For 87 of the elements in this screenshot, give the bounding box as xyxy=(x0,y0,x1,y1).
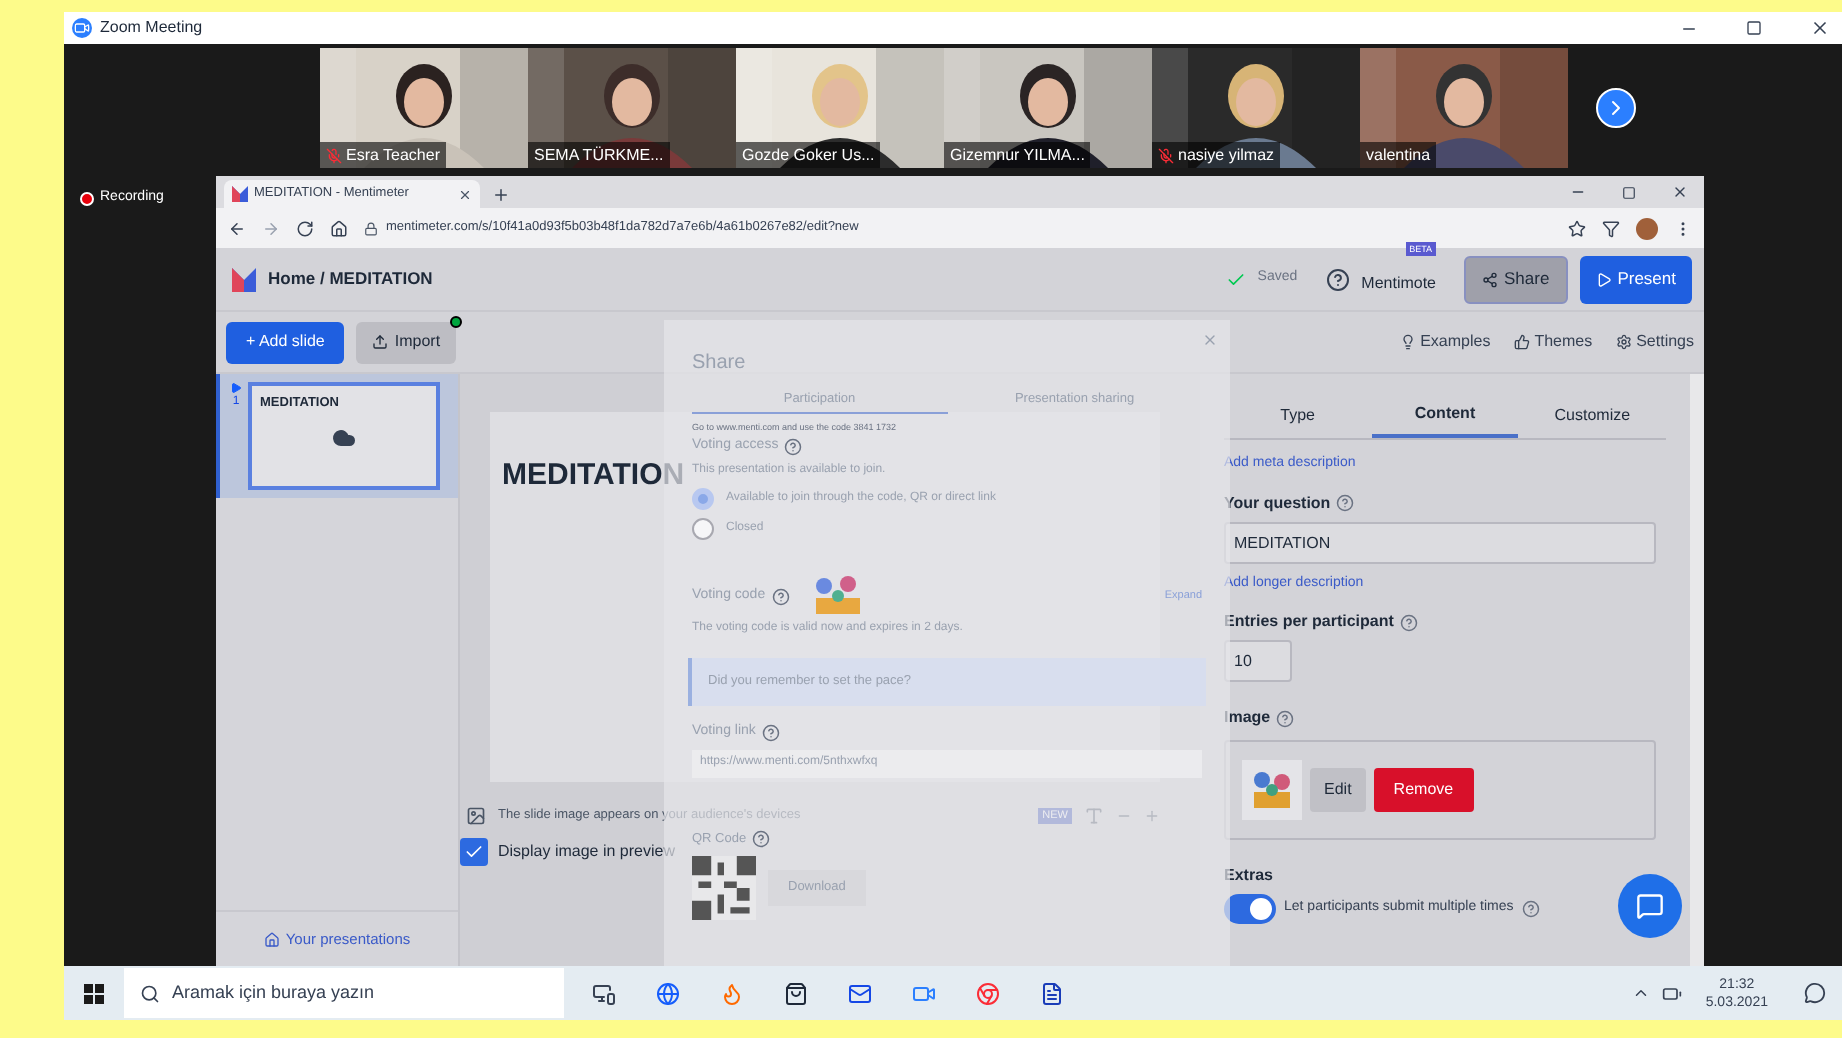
field-label: Entries per participant xyxy=(1224,610,1394,634)
close-icon[interactable] xyxy=(1672,184,1688,200)
cloud-icon xyxy=(332,425,356,450)
qr-code-icon xyxy=(692,855,756,919)
panel-tab[interactable]: Customize xyxy=(1518,394,1667,438)
window-title: Zoom Meeting xyxy=(100,16,203,40)
search-icon xyxy=(140,983,160,1003)
document-icon[interactable] xyxy=(1040,981,1064,1005)
chrome-icon[interactable] xyxy=(976,981,1000,1005)
breadcrumb[interactable]: Home / MEDITATION xyxy=(268,266,433,292)
scrollbar[interactable] xyxy=(1690,374,1704,966)
toolbar-link[interactable]: Settings xyxy=(1616,330,1694,354)
help-icon[interactable] xyxy=(1276,709,1295,727)
help-icon[interactable] xyxy=(784,437,803,455)
field-label: Image xyxy=(1224,706,1271,730)
check-icon xyxy=(1225,269,1246,289)
toolbar-link[interactable]: Examples xyxy=(1400,330,1491,354)
reload-icon[interactable] xyxy=(296,219,314,237)
back-icon[interactable] xyxy=(228,219,246,237)
chat-button[interactable] xyxy=(1618,874,1682,938)
upload-icon xyxy=(372,334,389,350)
help-icon[interactable] xyxy=(752,830,771,849)
bookmark-star-icon[interactable] xyxy=(1568,219,1586,237)
chat-icon xyxy=(1636,892,1664,920)
close-icon[interactable] xyxy=(1810,18,1830,38)
mentimote-link[interactable]: Mentimote xyxy=(1361,273,1437,291)
home-icon[interactable] xyxy=(330,219,348,237)
new-tab-icon[interactable] xyxy=(492,186,510,204)
extras-label: Extras xyxy=(1224,864,1275,888)
play-icon xyxy=(230,382,242,394)
participant-name: nasiye yilmaz xyxy=(1178,147,1275,163)
participant-name: valentina xyxy=(1366,147,1431,163)
taskbar-search-field[interactable]: Aramak için buraya yazın xyxy=(124,968,564,1018)
shopping-bag-icon[interactable] xyxy=(784,981,808,1005)
mentimeter-logo-icon xyxy=(232,186,248,202)
home-icon xyxy=(263,931,280,947)
radio-button[interactable] xyxy=(692,488,714,511)
help-icon[interactable] xyxy=(1325,267,1350,291)
mentimeter-logo-icon xyxy=(232,267,256,291)
windows-start-icon[interactable] xyxy=(84,983,104,1003)
help-icon[interactable] xyxy=(761,724,780,742)
add-slide-button[interactable]: + Add slide xyxy=(226,321,345,363)
slide-heading: MEDITATION xyxy=(502,458,685,492)
settings-icon xyxy=(1616,334,1633,350)
lock-icon xyxy=(364,221,378,235)
mail-icon[interactable] xyxy=(848,981,872,1005)
participant-name: Esra Teacher xyxy=(346,147,440,163)
check-icon xyxy=(464,842,484,862)
thumbs-up-icon xyxy=(1514,334,1531,350)
globe-icon[interactable] xyxy=(656,981,680,1005)
caret-icon[interactable] xyxy=(1631,984,1650,1002)
dialog-title: Share xyxy=(692,350,748,378)
import-button[interactable]: Import xyxy=(356,321,457,363)
panel-tab[interactable]: Content xyxy=(1371,394,1519,438)
profile-avatar[interactable] xyxy=(1636,217,1658,239)
help-icon[interactable] xyxy=(1336,494,1355,512)
restore-icon[interactable] xyxy=(1746,20,1762,36)
share-icon xyxy=(1482,271,1499,287)
panel-tab[interactable]: Type xyxy=(1224,394,1372,438)
camera-icon xyxy=(72,18,92,38)
image-icon xyxy=(466,806,486,826)
present-button[interactable]: Present xyxy=(1579,255,1692,303)
next-page-button[interactable] xyxy=(1596,88,1636,128)
video-camera-icon[interactable] xyxy=(912,981,936,1005)
remove-button[interactable]: Remove xyxy=(1373,768,1474,812)
participant-name: Gozde Goker Us... xyxy=(742,147,875,163)
share-button[interactable]: Share xyxy=(1464,255,1568,303)
notification-icon[interactable] xyxy=(1804,982,1826,1004)
checkbox-label: Display image in preview xyxy=(498,840,675,864)
battery-icon[interactable] xyxy=(1661,983,1682,1003)
play-icon xyxy=(1595,271,1612,287)
checkbox[interactable] xyxy=(460,838,488,866)
close-tab-icon[interactable] xyxy=(458,187,472,201)
field-label: Your question xyxy=(1224,491,1331,515)
radio-button[interactable] xyxy=(692,518,714,541)
help-icon[interactable] xyxy=(1521,900,1540,918)
participant-name: Gizemnur YILMA... xyxy=(950,147,1085,163)
toolbar-link[interactable]: Themes xyxy=(1514,330,1593,354)
edit-button[interactable]: Edit xyxy=(1310,768,1366,812)
lightbulb-icon xyxy=(1400,334,1417,350)
maximize-icon[interactable] xyxy=(1622,186,1636,200)
extension-icon[interactable] xyxy=(1602,219,1620,237)
help-icon[interactable] xyxy=(1399,613,1418,631)
help-icon[interactable] xyxy=(771,587,790,606)
question-field[interactable]: MEDITATION xyxy=(1224,521,1656,563)
entries-field[interactable]: 10 xyxy=(1224,640,1292,682)
participant-name: SEMA TÜRKME... xyxy=(534,147,664,163)
